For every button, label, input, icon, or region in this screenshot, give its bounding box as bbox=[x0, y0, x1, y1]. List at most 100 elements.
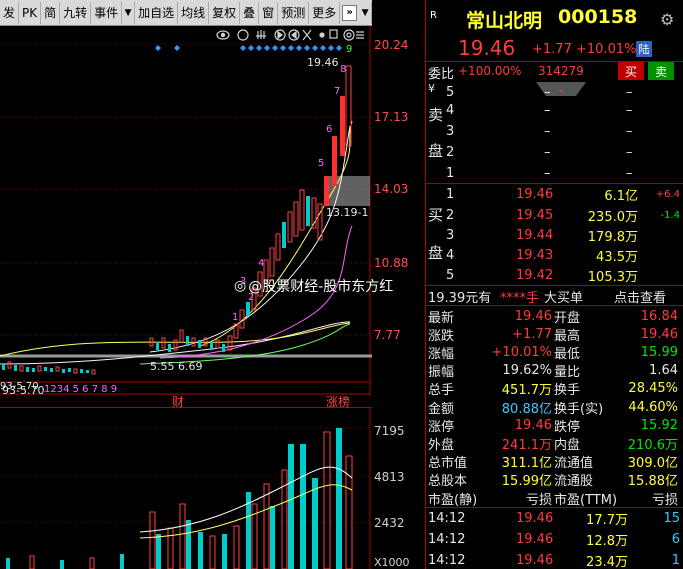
stat-label: 总股本 bbox=[428, 474, 468, 490]
stat-label: 市盈(静) bbox=[428, 492, 478, 508]
toolbar-ma-button[interactable]: 均线 bbox=[178, 1, 210, 24]
stat-label: 总市值 bbox=[428, 456, 468, 472]
buy-level-2[interactable]: 2 19.45 235.0万 -1.4 bbox=[426, 206, 683, 225]
td-count-8: 8 bbox=[340, 64, 347, 75]
price-axis-label-2: 17.13 bbox=[374, 110, 409, 124]
volume-axis-label-1: 7195 bbox=[374, 424, 405, 438]
market-tag: 陆 bbox=[636, 41, 652, 57]
gear-icon[interactable]: ⚙ bbox=[660, 10, 674, 29]
stat-value: 80.88亿 bbox=[501, 401, 552, 417]
buy-button[interactable]: 买 bbox=[618, 62, 644, 80]
level-volume: – bbox=[626, 102, 633, 118]
stat-row: 总市值 311.1亿 流通值 309.0亿 bbox=[426, 453, 683, 471]
toolbar-jiuzhuan-button[interactable]: 九转 bbox=[60, 1, 92, 24]
stat-label: 涨停 bbox=[428, 419, 455, 435]
stat-value: +1.77 bbox=[512, 326, 552, 342]
level-price: 19.43 bbox=[516, 247, 554, 263]
stat-label: 涨幅 bbox=[428, 346, 455, 362]
stat-label: 外盘 bbox=[428, 437, 455, 453]
level-number: 4 bbox=[446, 247, 455, 263]
toolbar-jian-button[interactable]: 简 bbox=[41, 1, 61, 24]
toolbar-fa-button[interactable]: 发 bbox=[0, 1, 20, 24]
stat-value: 210.6万 bbox=[627, 437, 678, 453]
volume-chart[interactable] bbox=[0, 408, 372, 569]
more-dropdown-icon[interactable]: ▼ bbox=[359, 1, 372, 24]
buy-level-4[interactable]: 4 19.43 43.5万 bbox=[426, 246, 683, 265]
high-marker: 19.46 bbox=[307, 56, 339, 69]
level-price: 19.44 bbox=[516, 227, 554, 243]
stat-row: 振幅 19.62% 量比 1.64 bbox=[426, 362, 683, 380]
big-order-price: 19.39元有 bbox=[428, 290, 492, 306]
stat-label: 金额 bbox=[428, 401, 455, 417]
sell-button[interactable]: 卖 bbox=[648, 62, 674, 80]
big-order-banner[interactable]: 19.39元有 ****手 大买单 点击查看 bbox=[426, 287, 683, 306]
stat-value: 19.46 bbox=[640, 326, 678, 342]
candles bbox=[2, 65, 352, 375]
toolbar-adjust-button[interactable]: 复权 bbox=[209, 1, 241, 24]
tick-row: 14:12 19.46 12.8万 6 bbox=[426, 530, 683, 549]
candlestick-chart[interactable]: 93-5.70 20.24 bbox=[0, 26, 408, 397]
stat-value: +10.01% bbox=[491, 344, 552, 360]
toolbar-more-button[interactable]: 更多 bbox=[309, 1, 341, 24]
stat-value: 15.88亿 bbox=[627, 474, 678, 490]
toolbar-forecast-button[interactable]: 预测 bbox=[278, 1, 310, 24]
stock-badge: R bbox=[430, 10, 437, 21]
quote-panel: R 常山北明 000158 ⚙ 19.46 +1.77 +10.01% 陆 委比… bbox=[425, 0, 683, 569]
td-count-9: 9 bbox=[346, 44, 353, 55]
stat-value: 19.46 bbox=[514, 417, 552, 433]
level-price: – bbox=[544, 102, 551, 118]
low-marker: 13.19-1 bbox=[326, 206, 369, 219]
toolbar-pk-button[interactable]: PK bbox=[19, 1, 42, 24]
volume-axis-label-3: 2432 bbox=[374, 516, 405, 530]
stat-value: 19.46 bbox=[514, 308, 552, 324]
level-number: 5 bbox=[446, 84, 455, 100]
divider bbox=[426, 183, 683, 184]
sell-level-3[interactable]: 3 – – bbox=[426, 122, 683, 140]
sell-level-5[interactable]: 5 – – bbox=[426, 83, 683, 101]
toolbar-window-button[interactable]: 窗 bbox=[259, 1, 279, 24]
sell-level-1[interactable]: 1 – – bbox=[426, 164, 683, 182]
sell-level-2[interactable]: 2 – – bbox=[426, 143, 683, 161]
tick-time: 14:12 bbox=[428, 531, 466, 547]
buy-level-3[interactable]: 3 19.44 179.8万 bbox=[426, 226, 683, 245]
tick-time: 14:12 bbox=[428, 552, 466, 568]
tick-count: 1 bbox=[671, 552, 680, 568]
level-volume: 43.5万 bbox=[596, 249, 638, 265]
level-change: -1.4 bbox=[660, 209, 680, 221]
toolbar-overlay-button[interactable]: 叠 bbox=[240, 1, 260, 24]
stat-value: 15.92 bbox=[640, 417, 678, 433]
tick-count: 6 bbox=[671, 531, 680, 547]
level-number: 1 bbox=[446, 186, 455, 202]
tick-time: 14:12 bbox=[428, 510, 466, 526]
level-volume: – bbox=[626, 165, 633, 181]
bottom-marker-text: 93-5.70 bbox=[0, 381, 39, 392]
buy-level-5[interactable]: 5 19.42 105.3万 bbox=[426, 266, 683, 285]
level-number: 4 bbox=[446, 102, 455, 118]
stat-label: 振幅 bbox=[428, 365, 455, 381]
expand-icon[interactable]: » bbox=[342, 4, 358, 21]
toolbar-add-watchlist-button[interactable]: 加自选 bbox=[135, 1, 179, 24]
td-count-4: 4 bbox=[258, 258, 265, 269]
level-number: 1 bbox=[446, 165, 455, 181]
buy-level-1[interactable]: 1 19.46 6.1亿 +6.4 bbox=[426, 185, 683, 204]
big-order-link[interactable]: 点击查看 bbox=[614, 287, 666, 306]
stat-label: 跌停 bbox=[554, 419, 581, 435]
toolbar-event-button[interactable]: 事件 bbox=[91, 1, 123, 24]
event-bar bbox=[0, 394, 372, 408]
stat-label: 最新 bbox=[428, 310, 455, 326]
sell-level-4[interactable]: 4 – – bbox=[426, 101, 683, 119]
tick-price: 19.46 bbox=[516, 552, 554, 568]
event-dropdown-icon[interactable]: ▼ bbox=[122, 1, 136, 24]
price-axis-label-5: 7.77 bbox=[374, 328, 401, 342]
stat-value: 44.60% bbox=[628, 399, 678, 415]
volume-bars bbox=[6, 428, 353, 569]
level-price: – bbox=[544, 165, 551, 181]
stat-value: 28.45% bbox=[628, 381, 678, 397]
stat-value: 241.1万 bbox=[501, 437, 552, 453]
stat-value: 451.7万 bbox=[501, 383, 552, 399]
candlestick-svg: 93-5.70 20.24 bbox=[0, 26, 408, 397]
chart-icon-row bbox=[216, 29, 364, 41]
level-volume: 105.3万 bbox=[587, 269, 638, 285]
order-ratio-diff: 314279 bbox=[538, 64, 584, 78]
level-price: – bbox=[544, 144, 551, 160]
